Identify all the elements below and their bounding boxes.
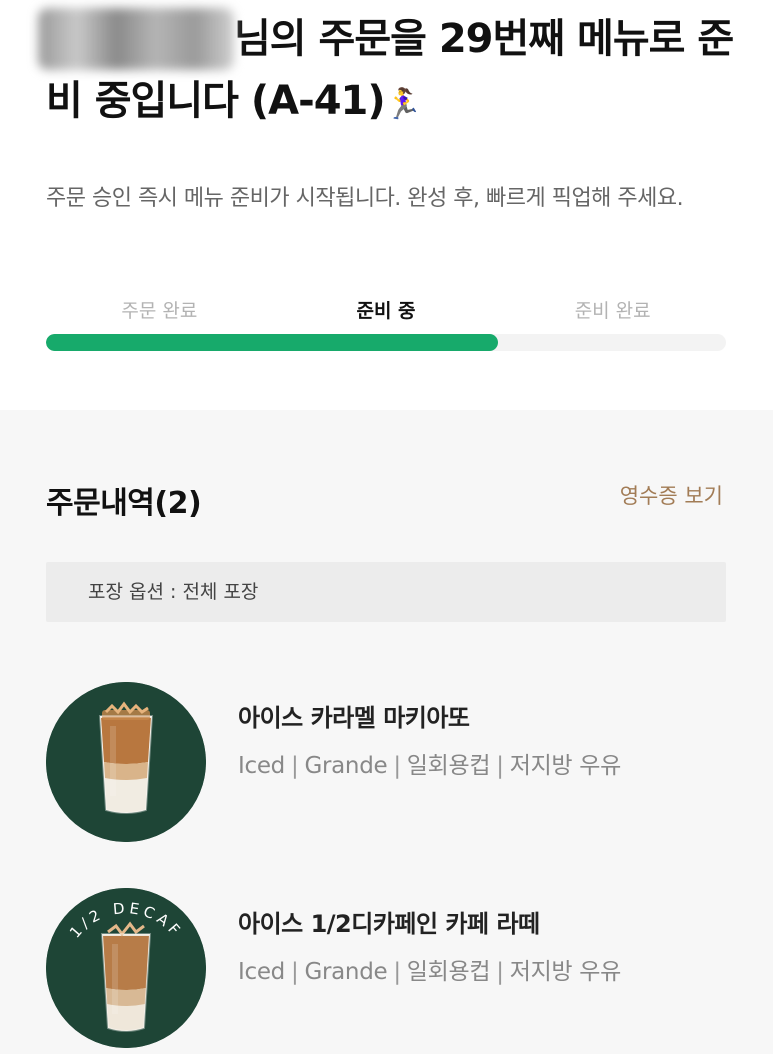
option-milk: 저지방 우유 (509, 959, 622, 985)
progress-bar-fill (46, 334, 499, 351)
packaging-option: 포장 옵션 : 전체 포장 (46, 562, 726, 622)
view-receipt-link[interactable]: 영수증 보기 (620, 480, 723, 510)
step-preparing: 준비 중 (356, 300, 416, 322)
separator: | (290, 959, 299, 985)
status-subtitle: 주문 승인 즉시 메뉴 준비가 시작됩니다. 완성 후, 빠르게 픽업해 주세요… (46, 186, 684, 211)
separator: | (393, 959, 401, 985)
order-item[interactable]: 아이스 카라멜 마키아또 Iced | Grande | 일회용컵 | 저지방 우유 (46, 682, 726, 842)
item-name: 아이스 카라멜 마키아또 (238, 704, 470, 732)
order-list-title: 주문내역(2) (46, 486, 202, 521)
option-temperature: Iced (238, 959, 285, 985)
separator: | (496, 959, 504, 985)
option-temperature: Iced (238, 753, 285, 779)
order-details-section: 주문내역(2) 영수증 보기 포장 옵션 : 전체 포장 아이스 카라멜 마키아… (0, 410, 773, 1054)
separator: | (290, 753, 299, 779)
item-options: Iced | Grande | 일회용컵 | 저지방 우유 (238, 746, 621, 780)
iced-caramel-macchiato-image (46, 682, 206, 842)
progress-steps: 주문 완료 준비 중 준비 완료 (46, 296, 726, 336)
step-ready: 준비 완료 (574, 300, 651, 322)
option-milk: 저지방 우유 (509, 753, 622, 779)
blurred-customer-name (38, 8, 234, 70)
status-headline: 님의 주문을 29번째 메뉴로 준비 중입니다 (A-41)🏃‍♀️ (38, 8, 736, 136)
order-item[interactable]: 1/2 DECAF 아이스 1/2디카페인 카페 라떼 Iced | Grande |… (46, 888, 726, 1048)
runner-icon: 🏃‍♀️ (384, 87, 422, 122)
iced-half-decaf-latte-image: 1/2 DECAF (46, 888, 206, 1048)
option-cup: 일회용컵 (406, 959, 491, 985)
option-cup: 일회용컵 (406, 753, 491, 779)
separator: | (393, 753, 401, 779)
item-name: 아이스 1/2디카페인 카페 라떼 (238, 910, 540, 938)
option-size: Grande (304, 959, 388, 985)
separator: | (496, 753, 504, 779)
item-options: Iced | Grande | 일회용컵 | 저지방 우유 (238, 952, 621, 986)
progress-bar (46, 334, 726, 351)
option-size: Grande (304, 753, 388, 779)
step-order-complete: 주문 완료 (121, 300, 198, 322)
order-status-section: 님의 주문을 29번째 메뉴로 준비 중입니다 (A-41)🏃‍♀️ 주문 승인… (0, 0, 773, 410)
